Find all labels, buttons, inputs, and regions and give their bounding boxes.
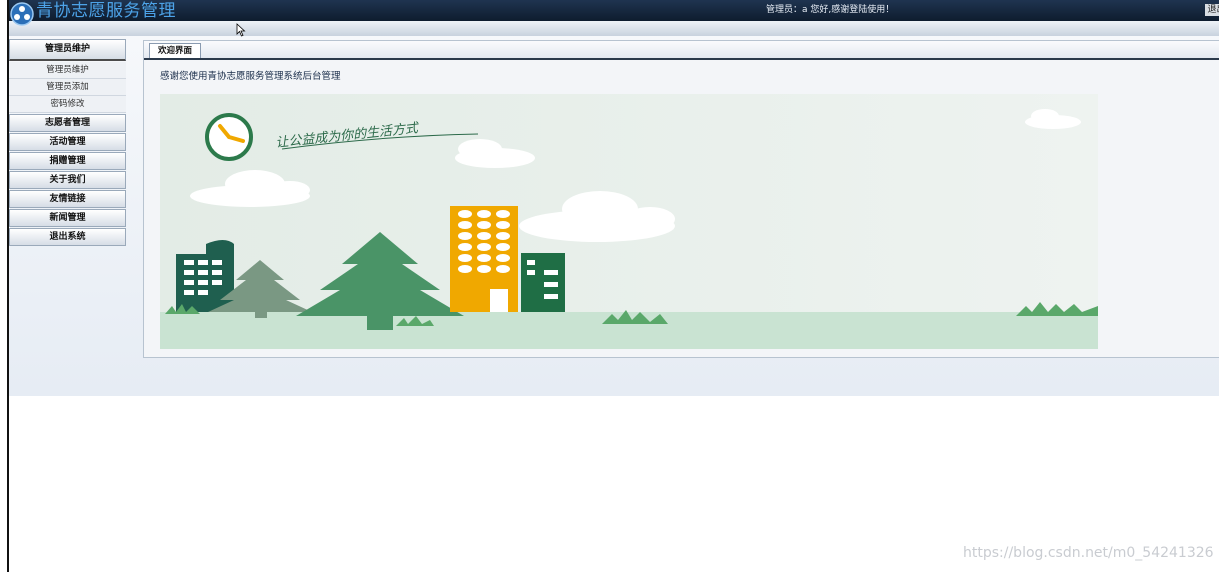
sidebar-section-admin[interactable]: 管理员维护 — [9, 39, 126, 61]
sidebar-item-admin-maintain[interactable]: 管理员维护 — [9, 62, 126, 79]
sidebar-item-password-change[interactable]: 密码修改 — [9, 96, 126, 113]
sidebar-section-volunteers[interactable]: 志愿者管理 — [9, 114, 126, 132]
main-panel: 欢迎界面 感谢您使用青协志愿服务管理系统后台管理 让公益成为你的生活方式 — [143, 40, 1219, 358]
welcome-banner-image: 让公益成为你的生活方式 — [160, 94, 1098, 349]
sidebar-section-links[interactable]: 友情链接 — [9, 190, 126, 208]
sidebar-section-news[interactable]: 新闻管理 — [9, 209, 126, 227]
sidebar-section-about[interactable]: 关于我们 — [9, 171, 126, 189]
welcome-user-text: 管理员：a 您好,感谢登陆使用！ — [766, 5, 895, 15]
logout-link[interactable]: 退出 — [1205, 4, 1219, 16]
sidebar-item-admin-add[interactable]: 管理员添加 — [9, 79, 126, 96]
sidebar-section-donations[interactable]: 捐赠管理 — [9, 152, 126, 170]
app-logo-icon — [10, 2, 34, 26]
tab-bar: 欢迎界面 — [144, 41, 1219, 60]
sidebar-menu: 管理员维护 管理员维护 管理员添加 密码修改 志愿者管理 活动管理 捐赠管理 关… — [9, 39, 126, 247]
window-left-edge — [7, 0, 9, 572]
welcome-message: 感谢您使用青协志愿服务管理系统后台管理 — [160, 71, 341, 82]
app-title: 青协志愿服务管理 — [36, 1, 176, 21]
sub-header-bar — [9, 21, 1219, 37]
sidebar-section-activities[interactable]: 活动管理 — [9, 133, 126, 151]
top-header: 管理员：a 您好,感谢登陆使用！ 退出 — [9, 0, 1219, 22]
sidebar-section-exit[interactable]: 退出系统 — [9, 228, 126, 246]
tab-welcome[interactable]: 欢迎界面 — [149, 43, 201, 58]
mouse-cursor-icon — [236, 23, 246, 37]
admin-submenu: 管理员维护 管理员添加 密码修改 — [9, 62, 126, 113]
watermark-text: https://blog.csdn.net/m0_54241326 — [963, 545, 1214, 561]
